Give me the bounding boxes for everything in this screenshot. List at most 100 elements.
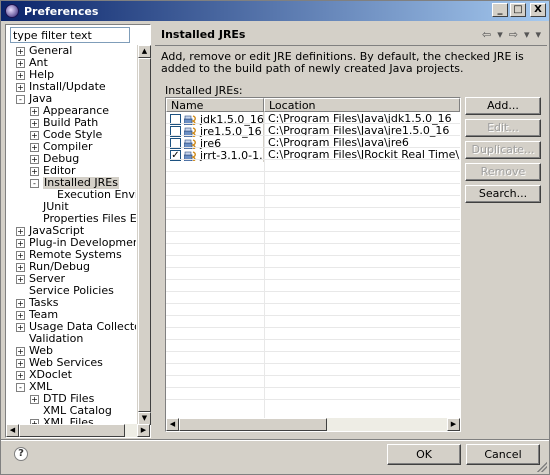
scroll-thumb[interactable]: [138, 58, 151, 412]
collapse-icon[interactable]: -: [16, 94, 25, 104]
row-gridline: [166, 375, 460, 376]
row-gridline: [166, 279, 460, 280]
row-gridline: [166, 267, 460, 268]
add-button-label: Add...: [487, 99, 519, 112]
expand-icon[interactable]: +: [16, 322, 25, 332]
tree-vertical-scrollbar[interactable]: ▲ ▼: [137, 45, 151, 425]
duplicate-button[interactable]: Duplicate...: [465, 141, 541, 159]
expand-icon[interactable]: +: [30, 106, 39, 116]
page-header: Installed JREs ⇦ ▾ ⇨ ▾ ▾: [155, 24, 547, 46]
expand-icon[interactable]: +: [16, 370, 25, 380]
row-gridline: [166, 303, 460, 304]
expand-icon[interactable]: +: [16, 274, 25, 284]
ok-button[interactable]: OK: [387, 444, 461, 465]
expand-icon[interactable]: +: [30, 142, 39, 152]
scroll-left-icon[interactable]: ◀: [166, 418, 179, 431]
search-button[interactable]: Search...: [465, 185, 541, 203]
expand-icon[interactable]: +: [30, 154, 39, 164]
row-gridline: [166, 339, 460, 340]
forward-menu-icon[interactable]: ▾: [522, 28, 532, 41]
column-header-location[interactable]: Location: [264, 98, 460, 112]
close-button[interactable]: X: [530, 3, 546, 17]
expand-icon[interactable]: +: [16, 250, 25, 260]
remove-button-label: Remove: [480, 165, 526, 178]
installed-jres-page: Installed JREs ⇦ ▾ ⇨ ▾ ▾ Add, remove or …: [155, 24, 547, 438]
column-divider: [264, 112, 265, 418]
collapse-icon[interactable]: -: [30, 178, 39, 188]
preference-tree-pane: +General+Ant+Help+Install/Update-Java+Ap…: [5, 24, 151, 438]
expand-icon[interactable]: +: [16, 238, 25, 248]
expand-icon[interactable]: +: [16, 226, 25, 236]
window-title: Preferences: [24, 4, 99, 18]
row-gridline: [166, 135, 460, 136]
row-gridline: [166, 291, 460, 292]
tree-horizontal-scrollbar[interactable]: ◀ ▶: [6, 424, 150, 437]
row-gridline: [166, 219, 460, 220]
row-gridline: [166, 207, 460, 208]
scroll-right-icon[interactable]: ▶: [137, 424, 150, 437]
row-gridline: [166, 159, 460, 160]
edit-button[interactable]: Edit...: [465, 119, 541, 137]
row-gridline: [166, 255, 460, 256]
help-icon[interactable]: ?: [14, 447, 28, 461]
row-gridline: [166, 123, 460, 124]
row-gridline: [166, 387, 460, 388]
search-button-label: Search...: [478, 187, 528, 200]
installed-jres-label: Installed JREs:: [165, 84, 243, 97]
hscroll-thumb[interactable]: [19, 424, 125, 437]
row-gridline: [166, 183, 460, 184]
row-gridline: [166, 363, 460, 364]
forward-arrow-icon[interactable]: ⇨: [507, 28, 520, 41]
window-controls: _ □ X: [492, 3, 546, 17]
expand-icon[interactable]: +: [16, 358, 25, 368]
row-gridline: [166, 147, 460, 148]
preference-tree: + General + Ant + Help + Install/Update - Java + Ap…: [6, 45, 136, 425]
jre-table: Name Location jdk1.5.0_16 C:\Program File…: [165, 97, 461, 432]
expand-icon[interactable]: +: [16, 310, 25, 320]
expand-icon[interactable]: +: [30, 394, 39, 404]
cancel-button[interactable]: Cancel: [466, 444, 540, 465]
expand-icon[interactable]: +: [30, 166, 39, 176]
title-bar[interactable]: Preferences _ □ X: [1, 1, 549, 21]
add-button[interactable]: Add...: [465, 97, 541, 115]
preferences-window: Preferences _ □ X +General+Ant+Help+Inst…: [0, 0, 550, 475]
resize-grip-icon[interactable]: [537, 462, 547, 472]
column-header-name[interactable]: Name: [166, 98, 264, 112]
page-description: Add, remove or edit JRE definitions. By …: [161, 50, 524, 75]
maximize-button[interactable]: □: [510, 3, 526, 17]
collapse-icon[interactable]: -: [16, 382, 25, 392]
footer-separator: [1, 439, 549, 441]
duplicate-button-label: Duplicate...: [471, 143, 535, 156]
row-gridline: [166, 195, 460, 196]
minimize-button[interactable]: _: [492, 3, 508, 17]
row-gridline: [166, 231, 460, 232]
expand-icon[interactable]: +: [16, 58, 25, 68]
row-gridline: [166, 327, 460, 328]
scroll-up-icon[interactable]: ▲: [138, 45, 151, 58]
row-gridline: [166, 351, 460, 352]
expand-icon[interactable]: +: [16, 262, 25, 272]
expand-icon[interactable]: +: [16, 46, 25, 56]
remove-button[interactable]: Remove: [465, 163, 541, 181]
eclipse-icon: [5, 4, 19, 18]
expand-icon[interactable]: +: [30, 118, 39, 128]
scroll-left-icon[interactable]: ◀: [6, 424, 19, 437]
expand-icon[interactable]: +: [16, 70, 25, 80]
hscroll-thumb[interactable]: [179, 418, 327, 431]
row-gridline: [166, 171, 460, 172]
filter-input[interactable]: [10, 27, 130, 43]
table-horizontal-scrollbar[interactable]: ◀ ▶: [166, 418, 460, 431]
back-menu-icon[interactable]: ▾: [495, 28, 505, 41]
back-arrow-icon[interactable]: ⇦: [480, 28, 493, 41]
expand-icon[interactable]: +: [16, 298, 25, 308]
row-gridline: [166, 243, 460, 244]
scroll-right-icon[interactable]: ▶: [447, 418, 460, 431]
view-menu-icon[interactable]: ▾: [533, 28, 543, 41]
page-title: Installed JREs: [161, 28, 246, 41]
edit-button-label: Edit...: [487, 121, 519, 134]
table-header: Name Location: [166, 98, 460, 112]
expand-icon[interactable]: +: [30, 130, 39, 140]
expand-icon[interactable]: +: [16, 346, 25, 356]
row-gridline: [166, 315, 460, 316]
expand-icon[interactable]: +: [16, 82, 25, 92]
